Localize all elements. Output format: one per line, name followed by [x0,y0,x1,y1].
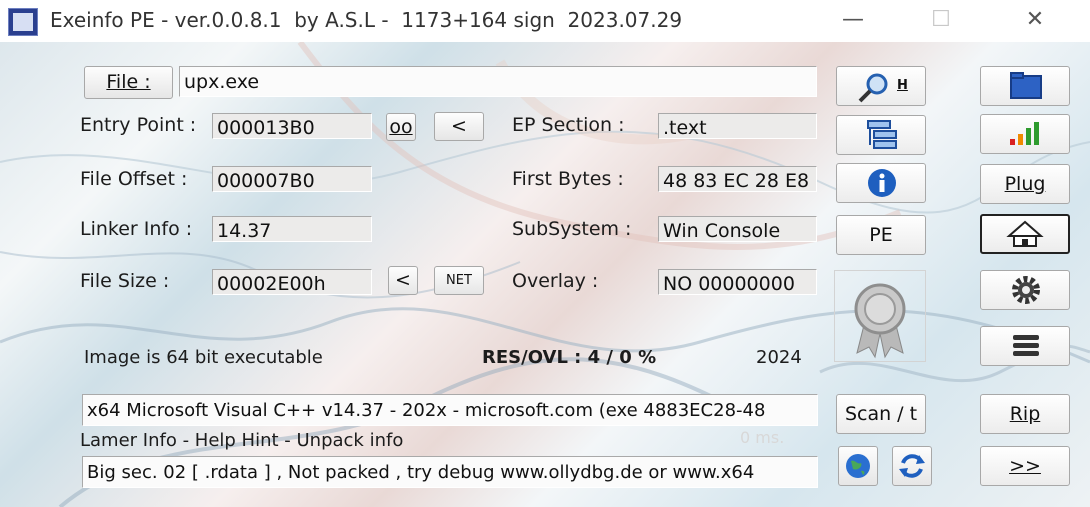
sections-button[interactable] [836,115,926,155]
search-button[interactable]: H [836,66,926,106]
refresh-icon [899,454,925,478]
plug-button[interactable]: Plug [980,164,1070,204]
refresh-button[interactable] [892,446,932,486]
next-button[interactable]: >> [980,446,1070,486]
lamer-info-link[interactable]: Lamer Info - Help Hint - Unpack info [80,430,403,451]
scan-time-text: 0 ms. [740,428,785,447]
title-bar: Exeinfo PE - ver.0.0.8.1 by A.S.L - 1173… [0,0,1090,42]
res-ovl-text: RES/OVL : 4 / 0 % [482,347,657,368]
open-folder-button[interactable] [980,66,1070,106]
linker-info-label: Linker Info : [80,218,193,240]
scan-button[interactable]: Scan / t [836,394,926,434]
file-path-field[interactable]: upx.exe [179,66,817,97]
home-icon [1006,220,1044,247]
award-ribbon-icon [854,283,906,359]
info-icon [868,169,896,197]
file-size-label: File Size : [80,270,170,292]
maximize-button[interactable]: ☐ [918,6,964,36]
sections-list-icon [867,120,897,149]
file-size-field[interactable]: 00002E00h [212,269,372,295]
overlay-field[interactable]: NO 00000000 [658,269,817,295]
subsystem-field[interactable]: Win Console [658,216,817,242]
size-back-button[interactable]: < [388,266,418,295]
menu-button[interactable] [980,326,1070,366]
gear-icon [1012,276,1040,304]
detection-result-field[interactable]: x64 Microsoft Visual C++ v14.37 - 202x -… [82,394,818,426]
stats-button[interactable] [980,114,1070,154]
web-button[interactable] [838,446,878,486]
hint-field[interactable]: Big sec. 02 [ .rdata ] , Not packed , tr… [82,456,818,488]
folder-icon [1010,72,1042,99]
linker-info-field[interactable]: 14.37 [212,216,372,242]
pe-button[interactable]: PE [836,215,926,255]
search-h-label: H [897,78,908,93]
badge-panel [834,270,926,362]
year-text: 2024 [756,347,802,368]
exeinfo-window: Exeinfo PE - ver.0.0.8.1 by A.S.L - 1173… [0,0,1090,507]
file-offset-field[interactable]: 000007B0 [212,166,372,192]
oo-button[interactable]: oo [386,113,416,141]
ep-back-button[interactable]: < [434,112,484,141]
signal-bars-icon [1010,122,1039,145]
globe-icon [846,454,870,478]
menu-icon [1013,335,1039,356]
minimize-button[interactable]: — [830,6,876,36]
first-bytes-field[interactable]: 48 83 EC 28 E8 [658,166,817,192]
file-button[interactable]: File : [84,66,173,99]
home-button[interactable] [980,214,1070,254]
entry-point-label: Entry Point : [80,114,197,136]
rip-button[interactable]: Rip [980,394,1070,434]
first-bytes-label: First Bytes : [512,168,624,190]
ep-section-label: EP Section : [512,114,625,136]
file-offset-label: File Offset : [80,168,188,190]
image-bits-text: Image is 64 bit executable [84,347,323,368]
info-button[interactable] [836,163,926,203]
app-icon [8,8,38,36]
ep-section-field[interactable]: .text [658,113,817,139]
options-button[interactable] [980,270,1070,310]
entry-point-field[interactable]: 000013B0 [212,113,372,139]
net-button[interactable]: NET [434,266,484,295]
window-title: Exeinfo PE - ver.0.0.8.1 by A.S.L - 1173… [50,8,683,32]
close-button[interactable]: ✕ [1012,6,1058,36]
overlay-label: Overlay : [512,270,599,292]
subsystem-label: SubSystem : [512,218,632,240]
